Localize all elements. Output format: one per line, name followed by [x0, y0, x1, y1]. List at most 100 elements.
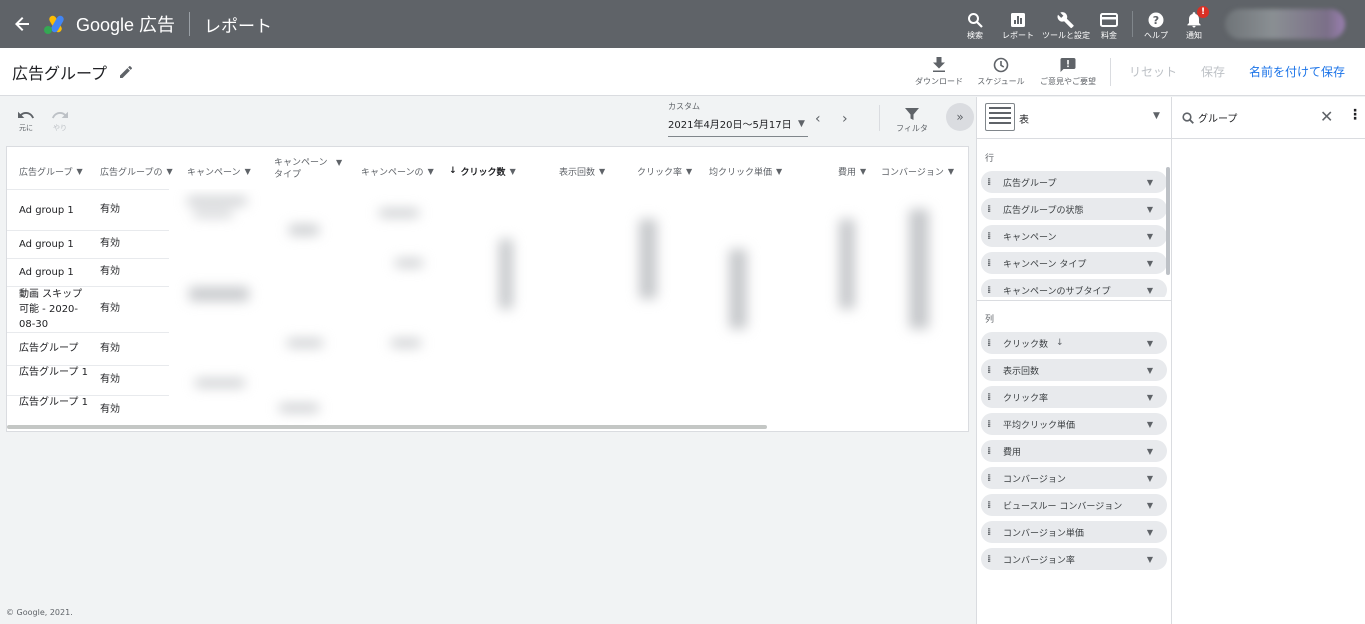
- table-cell-status: 有効: [100, 266, 120, 277]
- column-header[interactable]: コンバージョン ▼: [881, 155, 954, 187]
- drag-handle-icon: ⁞⁞: [987, 257, 991, 269]
- sort-caret-icon: ▼: [860, 166, 867, 176]
- reports-button[interactable]: レポート: [994, 0, 1042, 48]
- report-header: 広告グループ ダウンロード スケジュール ご意見やご要望 リセット 保存 名前を…: [0, 48, 1365, 96]
- row-dimension-chip[interactable]: ⁞⁞ 広告グループの状態 ▼: [981, 198, 1167, 220]
- column-header[interactable]: 費用 ▼: [838, 155, 866, 187]
- wrench-icon: [1057, 9, 1075, 31]
- undo-icon: [18, 109, 34, 123]
- next-period-icon[interactable]: ›: [842, 111, 848, 127]
- save-as-button[interactable]: 名前を付けて保存: [1237, 63, 1357, 80]
- column-header[interactable]: 広告グループの ▼: [100, 155, 173, 187]
- row-dimension-chip[interactable]: ⁞⁞ キャンペーン ▼: [981, 225, 1167, 247]
- rows-list: ⁞⁞ 広告グループ ▼ ⁞⁞ 広告グループの状態 ▼ ⁞⁞ キャンペーン ▼ ⁞⁞ キャンペー…: [977, 167, 1167, 297]
- column-header[interactable]: 表示回数 ▼: [559, 155, 605, 187]
- clock-icon: [993, 57, 1009, 75]
- notification-badge: !: [1197, 6, 1209, 18]
- table-cell-status: 有効: [100, 303, 120, 314]
- table-cell-ad-group[interactable]: Ad group 1: [19, 203, 74, 218]
- column-metric-chip[interactable]: ⁞⁞ クリック率 ▼: [981, 386, 1167, 408]
- table-cell-ad-group[interactable]: Ad group 1: [19, 265, 74, 280]
- column-metric-chip[interactable]: ⁞⁞ ビュースルー コンバージョン ▼: [981, 494, 1167, 516]
- column-header[interactable]: キャンペーン タイプ ▼: [274, 157, 354, 189]
- dropdown-caret-icon: ▼: [1146, 392, 1153, 402]
- column-metric-chip[interactable]: ⁞⁞ 費用 ▼: [981, 440, 1167, 462]
- filter-button[interactable]: フィルタ: [890, 107, 934, 134]
- horizontal-scrollbar[interactable]: [7, 425, 767, 429]
- row-dimension-chip[interactable]: ⁞⁞ キャンペーンのサブタイプ ▼: [981, 279, 1167, 297]
- sort-caret-icon: ▼: [244, 166, 251, 176]
- notifications-button[interactable]: ! 通知: [1175, 0, 1213, 48]
- clear-icon[interactable]: ✕: [1320, 107, 1333, 126]
- column-header[interactable]: キャンペーン ▼: [187, 155, 251, 187]
- reset-button[interactable]: リセット: [1117, 63, 1189, 80]
- drag-handle-icon: ⁞⁞: [987, 284, 991, 296]
- column-header[interactable]: キャンペーンの ▼: [361, 155, 434, 187]
- table-cell-ad-group[interactable]: Ad group 1: [19, 237, 74, 252]
- rows-scrollbar[interactable]: [1166, 167, 1170, 275]
- back-arrow-icon[interactable]: [2, 0, 42, 48]
- help-button[interactable]: ? ヘルプ: [1137, 0, 1175, 48]
- table-cell-ad-group[interactable]: 広告グループ: [19, 341, 78, 356]
- divider: [189, 12, 191, 36]
- billing-button[interactable]: 料金: [1090, 0, 1128, 48]
- sort-down-arrow-icon: ↓: [449, 166, 457, 176]
- drag-handle-icon: ⁞⁞: [987, 445, 991, 457]
- redo-button[interactable]: やり: [46, 109, 74, 133]
- sort-caret-icon: ▼: [686, 166, 693, 176]
- save-button[interactable]: 保存: [1189, 63, 1237, 80]
- row-dimension-chip[interactable]: ⁞⁞ キャンペーン タイプ ▼: [981, 252, 1167, 274]
- drag-handle-icon: ⁞⁞: [987, 364, 991, 376]
- section-title: レポート: [204, 16, 273, 37]
- copyright-notice: © Google, 2021.: [6, 608, 73, 617]
- table-cell-ad-group[interactable]: 広告グループ 1: [19, 365, 91, 380]
- sort-caret-icon: ▼: [76, 166, 83, 176]
- more-vert-icon[interactable]: ⋮: [1348, 107, 1362, 123]
- drag-handle-icon: ⁞⁞: [987, 391, 991, 403]
- edit-pencil-icon[interactable]: [119, 65, 133, 79]
- tools-settings-button[interactable]: ツールと設定: [1042, 0, 1090, 48]
- table-cell-ad-group[interactable]: 動画 スキップ可能 - 2020-08-30: [19, 287, 91, 332]
- double-chevron-icon: »: [956, 110, 964, 124]
- dropdown-caret-icon: ▼: [798, 119, 805, 129]
- dropdown-caret-icon: ▼: [1146, 231, 1153, 241]
- column-metric-chip[interactable]: ⁞⁞ 表示回数 ▼: [981, 359, 1167, 381]
- divider: [1109, 57, 1111, 86]
- column-header-sorted[interactable]: ↓ クリック数 ▼: [449, 155, 516, 187]
- column-header[interactable]: 広告グループ ▼: [19, 155, 83, 187]
- sort-down-arrow-icon: ↓: [1056, 338, 1064, 348]
- redacted-data-region: [169, 189, 968, 431]
- column-metric-chip[interactable]: ⁞⁞ コンバージョン率 ▼: [981, 548, 1167, 570]
- account-switcher[interactable]: [1225, 9, 1345, 39]
- schedule-button[interactable]: スケジュール: [970, 48, 1032, 96]
- expand-panel-button[interactable]: »: [946, 103, 974, 131]
- date-range-picker[interactable]: カスタム 2021年4月20日～5月17日 ▼: [668, 101, 808, 137]
- sort-caret-icon: ▼: [509, 166, 516, 176]
- redo-icon: [52, 109, 68, 123]
- search-button[interactable]: 検索: [956, 0, 994, 48]
- column-metric-chip[interactable]: ⁞⁞ クリック数 ↓ ▼: [981, 332, 1167, 354]
- visualization-selector[interactable]: 表 ▼: [977, 97, 1172, 139]
- drag-handle-icon: ⁞⁞: [987, 499, 991, 511]
- download-button[interactable]: ダウンロード: [908, 48, 970, 96]
- report-table: 広告グループ ▼ 広告グループの ▼ キャンペーン ▼ キャンペーン タイプ ▼ キャン…: [6, 146, 969, 432]
- column-header[interactable]: 均クリック単価 ▼: [709, 155, 782, 187]
- table-visualization-icon: [985, 103, 1015, 131]
- sort-caret-icon: ▼: [599, 166, 606, 176]
- table-cell-ad-group[interactable]: 広告グループ 1: [19, 395, 91, 410]
- date-underline: [668, 136, 808, 137]
- table-cell-status: 有効: [100, 374, 120, 385]
- field-search-input[interactable]: [1198, 109, 1318, 125]
- table-cell-status: 有効: [100, 343, 120, 354]
- table-cell-status: 有効: [100, 238, 120, 249]
- row-dimension-chip[interactable]: ⁞⁞ 広告グループ ▼: [981, 171, 1167, 193]
- column-metric-chip[interactable]: ⁞⁞ コンバージョン ▼: [981, 467, 1167, 489]
- report-config-panel: 表 ▼ 行 ⁞⁞ 広告グループ ▼ ⁞⁞ 広告グループの状態 ▼ ⁞⁞ キャンペーン ▼ ⁞…: [976, 97, 1172, 624]
- undo-button[interactable]: 元に: [12, 109, 40, 133]
- feedback-button[interactable]: ご意見やご要望: [1032, 48, 1104, 96]
- sort-caret-icon: ▼: [427, 166, 434, 176]
- column-metric-chip[interactable]: ⁞⁞ 平均クリック単価 ▼: [981, 413, 1167, 435]
- column-metric-chip[interactable]: ⁞⁞ コンバージョン単価 ▼: [981, 521, 1167, 543]
- column-header[interactable]: クリック率 ▼: [637, 155, 692, 187]
- previous-period-icon[interactable]: ‹: [815, 111, 821, 127]
